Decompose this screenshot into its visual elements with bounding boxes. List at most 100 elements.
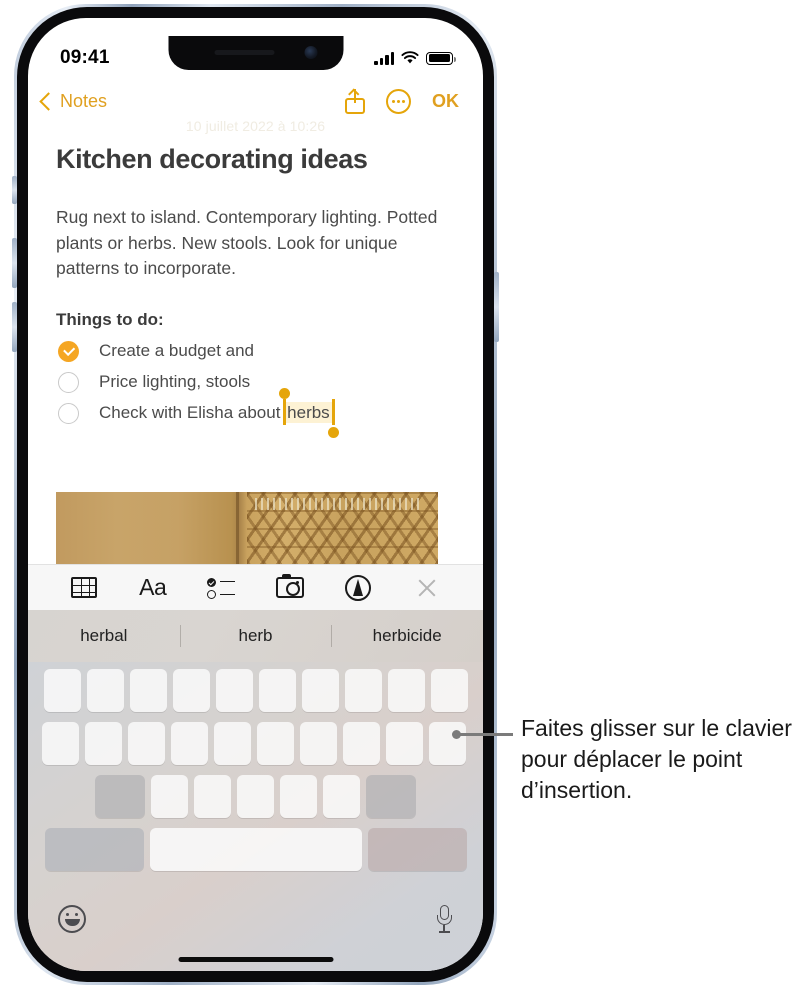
power-button[interactable] <box>494 272 499 342</box>
earpiece-speaker <box>214 50 274 55</box>
keyboard-bottom-bar <box>28 901 483 971</box>
selected-word: herbs <box>285 402 332 423</box>
format-toolbar: Aa <box>28 564 483 610</box>
camera-icon[interactable] <box>273 573 307 603</box>
key-blank[interactable] <box>386 722 423 765</box>
page-title: Kitchen decorating ideas <box>56 144 455 175</box>
key-blank[interactable] <box>130 669 167 712</box>
selection-handle-start-knob[interactable] <box>279 388 290 399</box>
checkbox-checked-icon[interactable] <box>58 341 79 362</box>
keyboard-row-2 <box>28 722 483 765</box>
volume-down-button[interactable] <box>12 302 17 352</box>
status-indicators <box>374 51 453 65</box>
navigation-bar: Notes OK <box>28 80 483 122</box>
selection-handle-end-knob[interactable] <box>328 427 339 438</box>
key-blank[interactable] <box>85 722 122 765</box>
todo-label-text: Check with Elisha about <box>99 403 285 422</box>
checkbox-empty-icon[interactable] <box>58 403 79 424</box>
key-blank[interactable] <box>345 669 382 712</box>
front-camera-icon <box>304 46 317 59</box>
key-blank[interactable] <box>151 775 188 818</box>
todo-label: Price lighting, stools <box>99 372 250 392</box>
status-time: 09:41 <box>60 47 110 69</box>
todo-heading: Things to do: <box>56 310 455 330</box>
key-blank[interactable] <box>431 669 468 712</box>
suggestion-1[interactable]: herb <box>180 626 332 646</box>
key-blank[interactable] <box>44 669 81 712</box>
photo-pattern-top <box>255 498 423 510</box>
text-selection[interactable]: herbs <box>285 403 332 423</box>
keyboard-row-4 <box>28 828 483 871</box>
key-blank[interactable] <box>214 722 251 765</box>
device-notch <box>168 36 343 70</box>
key-blank[interactable] <box>42 722 79 765</box>
key-blank[interactable] <box>173 669 210 712</box>
screenshot-root: 09:41 Notes OK <box>0 0 803 990</box>
keyboard-row-1 <box>28 669 483 712</box>
battery-full-icon <box>426 52 453 65</box>
key-blank[interactable] <box>259 669 296 712</box>
return-key[interactable] <box>368 828 467 871</box>
key-blank[interactable] <box>128 722 165 765</box>
key-blank[interactable] <box>323 775 360 818</box>
key-blank[interactable] <box>216 669 253 712</box>
microphone-icon[interactable] <box>437 905 451 933</box>
onscreen-keyboard[interactable] <box>28 662 483 971</box>
selection-handle-end-bar[interactable] <box>332 399 335 425</box>
predictive-text-bar: herbal herb herbicide <box>28 610 483 662</box>
space-key[interactable] <box>150 828 362 871</box>
key-blank[interactable] <box>429 722 466 765</box>
list-item[interactable]: Check with Elisha about herbs <box>56 398 455 429</box>
suggestion-0[interactable]: herbal <box>28 626 180 646</box>
markup-pen-icon[interactable] <box>341 573 375 603</box>
table-icon[interactable] <box>67 573 101 603</box>
todo-label: Create a budget and <box>99 341 254 361</box>
suggestion-2[interactable]: herbicide <box>331 626 483 646</box>
volume-up-button[interactable] <box>12 238 17 288</box>
close-icon[interactable] <box>410 573 444 603</box>
key-blank[interactable] <box>343 722 380 765</box>
key-blank[interactable] <box>237 775 274 818</box>
chevron-left-icon <box>39 92 57 110</box>
key-blank[interactable] <box>300 722 337 765</box>
back-label: Notes <box>60 91 107 112</box>
note-photo-attachment[interactable] <box>56 492 438 564</box>
more-ellipsis-icon[interactable] <box>386 89 411 114</box>
callout-anchor-dot <box>452 730 461 739</box>
todo-list: Create a budget and Price lighting, stoo… <box>56 336 455 429</box>
shift-key[interactable] <box>95 775 145 818</box>
key-blank[interactable] <box>194 775 231 818</box>
callout-text: Faites glisser sur le clavier pour dépla… <box>521 713 803 806</box>
home-indicator[interactable] <box>178 957 333 962</box>
cellular-signal-icon <box>374 52 394 65</box>
share-icon[interactable] <box>345 89 365 114</box>
key-blank[interactable] <box>87 669 124 712</box>
mute-switch[interactable] <box>12 176 17 204</box>
callout-leader-line <box>455 733 513 736</box>
key-blank[interactable] <box>171 722 208 765</box>
note-paragraph: Rug next to island. Contemporary lightin… <box>56 205 455 282</box>
wifi-icon <box>401 51 419 65</box>
phone-screen: 09:41 Notes OK <box>28 18 483 971</box>
selection-handle-start-bar[interactable] <box>283 399 286 425</box>
key-blank[interactable] <box>302 669 339 712</box>
note-content[interactable]: Kitchen decorating ideas Rug next to isl… <box>28 130 483 429</box>
list-item[interactable]: Create a budget and <box>56 336 455 367</box>
checkbox-empty-icon[interactable] <box>58 372 79 393</box>
list-item[interactable]: Price lighting, stools <box>56 367 455 398</box>
key-blank[interactable] <box>280 775 317 818</box>
back-to-notes-button[interactable]: Notes <box>42 91 107 112</box>
key-blank[interactable] <box>257 722 294 765</box>
format-aa-icon[interactable]: Aa <box>136 573 170 603</box>
numbers-key[interactable] <box>45 828 144 871</box>
done-button[interactable]: OK <box>432 91 459 112</box>
photo-seam <box>236 492 239 564</box>
backspace-key[interactable] <box>366 775 416 818</box>
emoji-smiley-icon[interactable] <box>58 905 86 933</box>
navbar-actions: OK <box>345 89 459 114</box>
checklist-icon[interactable] <box>204 573 238 603</box>
format-aa-label: Aa <box>139 574 166 601</box>
todo-label: Check with Elisha about herbs <box>99 403 332 423</box>
key-blank[interactable] <box>388 669 425 712</box>
keyboard-row-3 <box>28 775 483 818</box>
